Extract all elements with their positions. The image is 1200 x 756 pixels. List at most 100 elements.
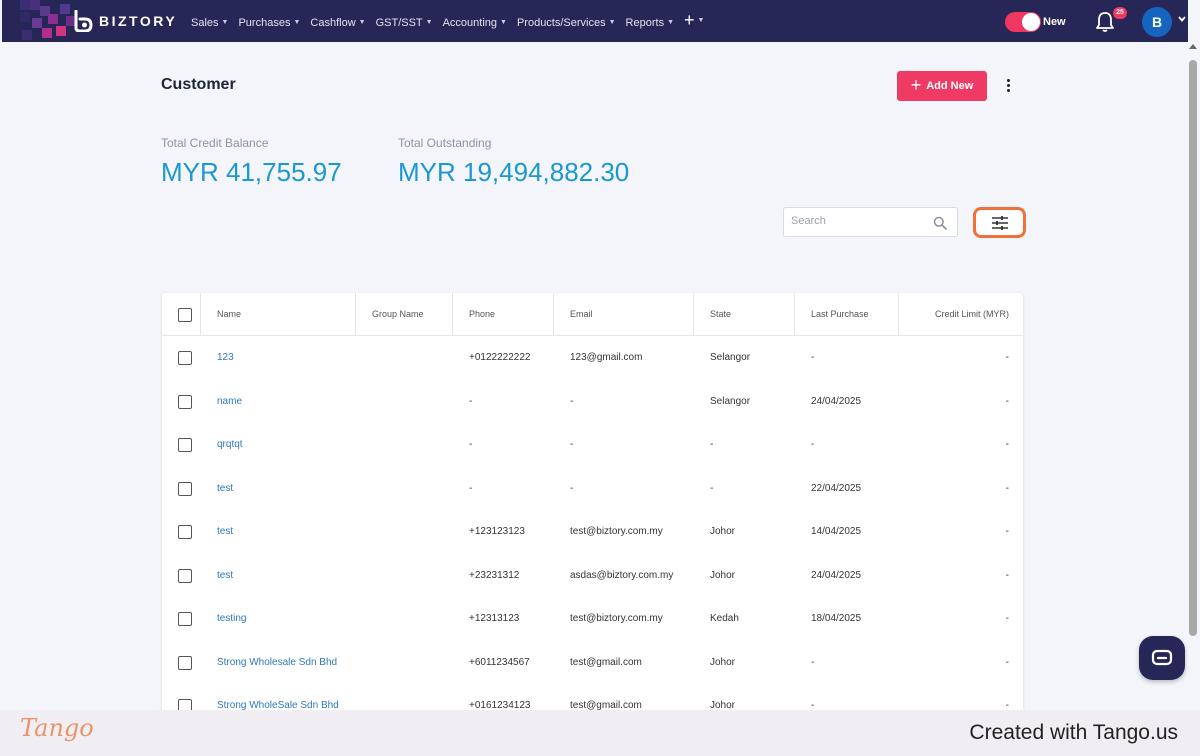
row-checkbox[interactable] — [178, 394, 192, 409]
email-cell: - — [570, 482, 574, 494]
group-cell — [356, 423, 372, 467]
search-icon[interactable] — [933, 216, 947, 230]
page-title: Customer — [161, 76, 236, 93]
scroll-up-arrow[interactable] — [1189, 44, 1197, 49]
more-vertical-icon[interactable] — [1001, 77, 1015, 95]
customer-name-link[interactable]: 123 — [201, 336, 234, 380]
group-cell — [356, 554, 372, 598]
brand-name[interactable]: BIZTORY — [99, 13, 177, 29]
menu-label: Products/Services — [516, 16, 606, 29]
chevron-down-icon: ▼ — [697, 17, 705, 24]
row-checkbox[interactable] — [178, 655, 192, 670]
chat-widget-button[interactable] — [1139, 636, 1185, 680]
column-header-group[interactable]: Group Name — [356, 293, 453, 336]
last-purchase-cell: 24/04/2025 — [811, 395, 862, 407]
outstanding-value: MYR 19,494,882.30 — [398, 157, 630, 187]
table-row[interactable]: testing +12313123 test@biztory.com.my Ke… — [162, 597, 1023, 641]
menu-label: Cashflow — [310, 16, 356, 29]
row-checkbox[interactable] — [178, 438, 192, 452]
chevron-down-icon: ▼ — [425, 19, 433, 26]
last-purchase-cell: 18/04/2025 — [811, 613, 862, 624]
add-new-button[interactable]: + Add New — [897, 71, 987, 101]
table-row[interactable]: qrqtqt - - - - - — [162, 423, 1023, 467]
filter-button[interactable] — [973, 207, 1026, 238]
page-scrollbar[interactable] — [1188, 44, 1198, 710]
column-header-email[interactable]: Email — [554, 293, 694, 336]
email-cell: test@gmail.com — [570, 656, 642, 668]
menu-label: Accounting — [442, 16, 498, 29]
row-checkbox[interactable] — [178, 612, 192, 626]
logo-icon[interactable] — [72, 10, 94, 32]
row-checkbox[interactable] — [178, 481, 192, 496]
notification-badge: 25 — [1113, 7, 1127, 19]
customer-name-link[interactable]: testing — [201, 597, 246, 641]
row-checkbox[interactable] — [178, 525, 192, 539]
menu-reports[interactable]: Reports ▼ — [626, 14, 674, 31]
table-row[interactable]: 123 +0122222222 123@gmail.com Selangor -… — [162, 336, 1023, 380]
customer-name-link[interactable]: test — [201, 554, 233, 598]
menu-cashflow[interactable]: Cashflow ▼ — [310, 14, 365, 31]
quick-add-menu[interactable]: + ▼ — [684, 10, 704, 31]
search-box — [783, 207, 958, 237]
table-row[interactable]: name - - Selangor 24/04/2025 - — [162, 380, 1023, 424]
table-row[interactable]: test +123123123 test@biztory.com.my Joho… — [162, 510, 1023, 554]
row-checkbox[interactable] — [178, 568, 192, 583]
column-header-name[interactable]: Name — [201, 293, 356, 336]
menu-purchases[interactable]: Purchases ▼ — [238, 14, 300, 31]
phone-cell: - — [469, 439, 473, 450]
email-cell: test@biztory.com.my — [570, 526, 663, 537]
customer-name-link[interactable]: Strong Wholesale Sdn Bhd — [201, 641, 337, 685]
toggle-knob — [1022, 13, 1040, 31]
customer-table: Name Group Name Phone Email State Last P… — [162, 293, 1023, 723]
menu-gst-sst[interactable]: GST/SST ▼ — [376, 14, 433, 31]
row-checkbox[interactable] — [178, 351, 192, 365]
customer-name-link[interactable]: test — [201, 510, 233, 554]
chevron-down-icon: ▼ — [500, 19, 507, 26]
customer-name-link[interactable]: qrqtqt — [201, 423, 243, 467]
new-ui-toggle[interactable] — [1005, 12, 1041, 32]
state-cell: Johor — [710, 656, 736, 668]
chevron-down-icon: ▼ — [667, 19, 675, 26]
column-header-phone[interactable]: Phone — [453, 293, 554, 336]
email-cell: - — [570, 395, 574, 407]
state-cell: Selangor — [710, 352, 751, 363]
scroll-thumb[interactable] — [1189, 60, 1197, 636]
group-cell — [356, 597, 372, 641]
chevron-down-icon: ▼ — [221, 19, 229, 26]
customer-name-link[interactable]: test — [201, 467, 233, 511]
bell-icon[interactable] — [1095, 11, 1115, 33]
table-row[interactable]: test - - - 22/04/2025 - — [162, 467, 1023, 511]
phone-cell: - — [469, 395, 473, 407]
top-navbar: BIZTORY Sales ▼ Purchases ▼ Cashflow ▼ GST/… — [2, 0, 1188, 42]
column-header-state[interactable]: State — [694, 293, 795, 336]
email-cell: asdas@biztory.com.my — [570, 569, 674, 581]
menu-label: GST/SST — [375, 16, 423, 29]
select-all-checkbox[interactable] — [178, 308, 192, 322]
column-header-credit-limit[interactable]: Credit Limit (MYR) — [899, 293, 1023, 336]
menu-sales[interactable]: Sales ▼ — [191, 14, 228, 31]
table-row[interactable]: Strong Wholesale Sdn Bhd +6011234567 tes… — [162, 641, 1023, 685]
search-input[interactable] — [791, 215, 921, 227]
group-cell — [356, 641, 372, 685]
group-cell — [356, 380, 372, 424]
chevron-down-icon: ▼ — [608, 19, 616, 26]
phone-cell: +6011234567 — [469, 656, 530, 668]
credit-limit-cell: - — [1005, 656, 1009, 668]
menu-accounting[interactable]: Accounting ▼ — [443, 14, 507, 31]
avatar[interactable]: B — [1142, 7, 1172, 37]
phone-cell: - — [469, 482, 473, 494]
filter-sliders-icon — [991, 215, 1008, 230]
column-header-last-purchase[interactable]: Last Purchase — [795, 293, 899, 336]
credit-limit-cell: - — [1005, 352, 1009, 363]
chevron-down-icon[interactable] — [1177, 14, 1187, 24]
toggle-label: New — [1043, 16, 1066, 28]
credit-limit-cell: - — [1005, 482, 1009, 494]
customer-name-link[interactable]: name — [201, 380, 242, 424]
table-row[interactable]: test +23231312 asdas@biztory.com.my Joho… — [162, 554, 1023, 598]
created-with-text: Created with Tango.us — [969, 721, 1178, 744]
credit-balance-label: Total Credit Balance — [161, 136, 269, 150]
state-cell: Kedah — [710, 613, 739, 624]
last-purchase-cell: 14/04/2025 — [811, 526, 862, 537]
menu-products-services[interactable]: Products/Services ▼ — [517, 14, 616, 31]
credit-balance-value: MYR 41,755.97 — [161, 157, 342, 187]
